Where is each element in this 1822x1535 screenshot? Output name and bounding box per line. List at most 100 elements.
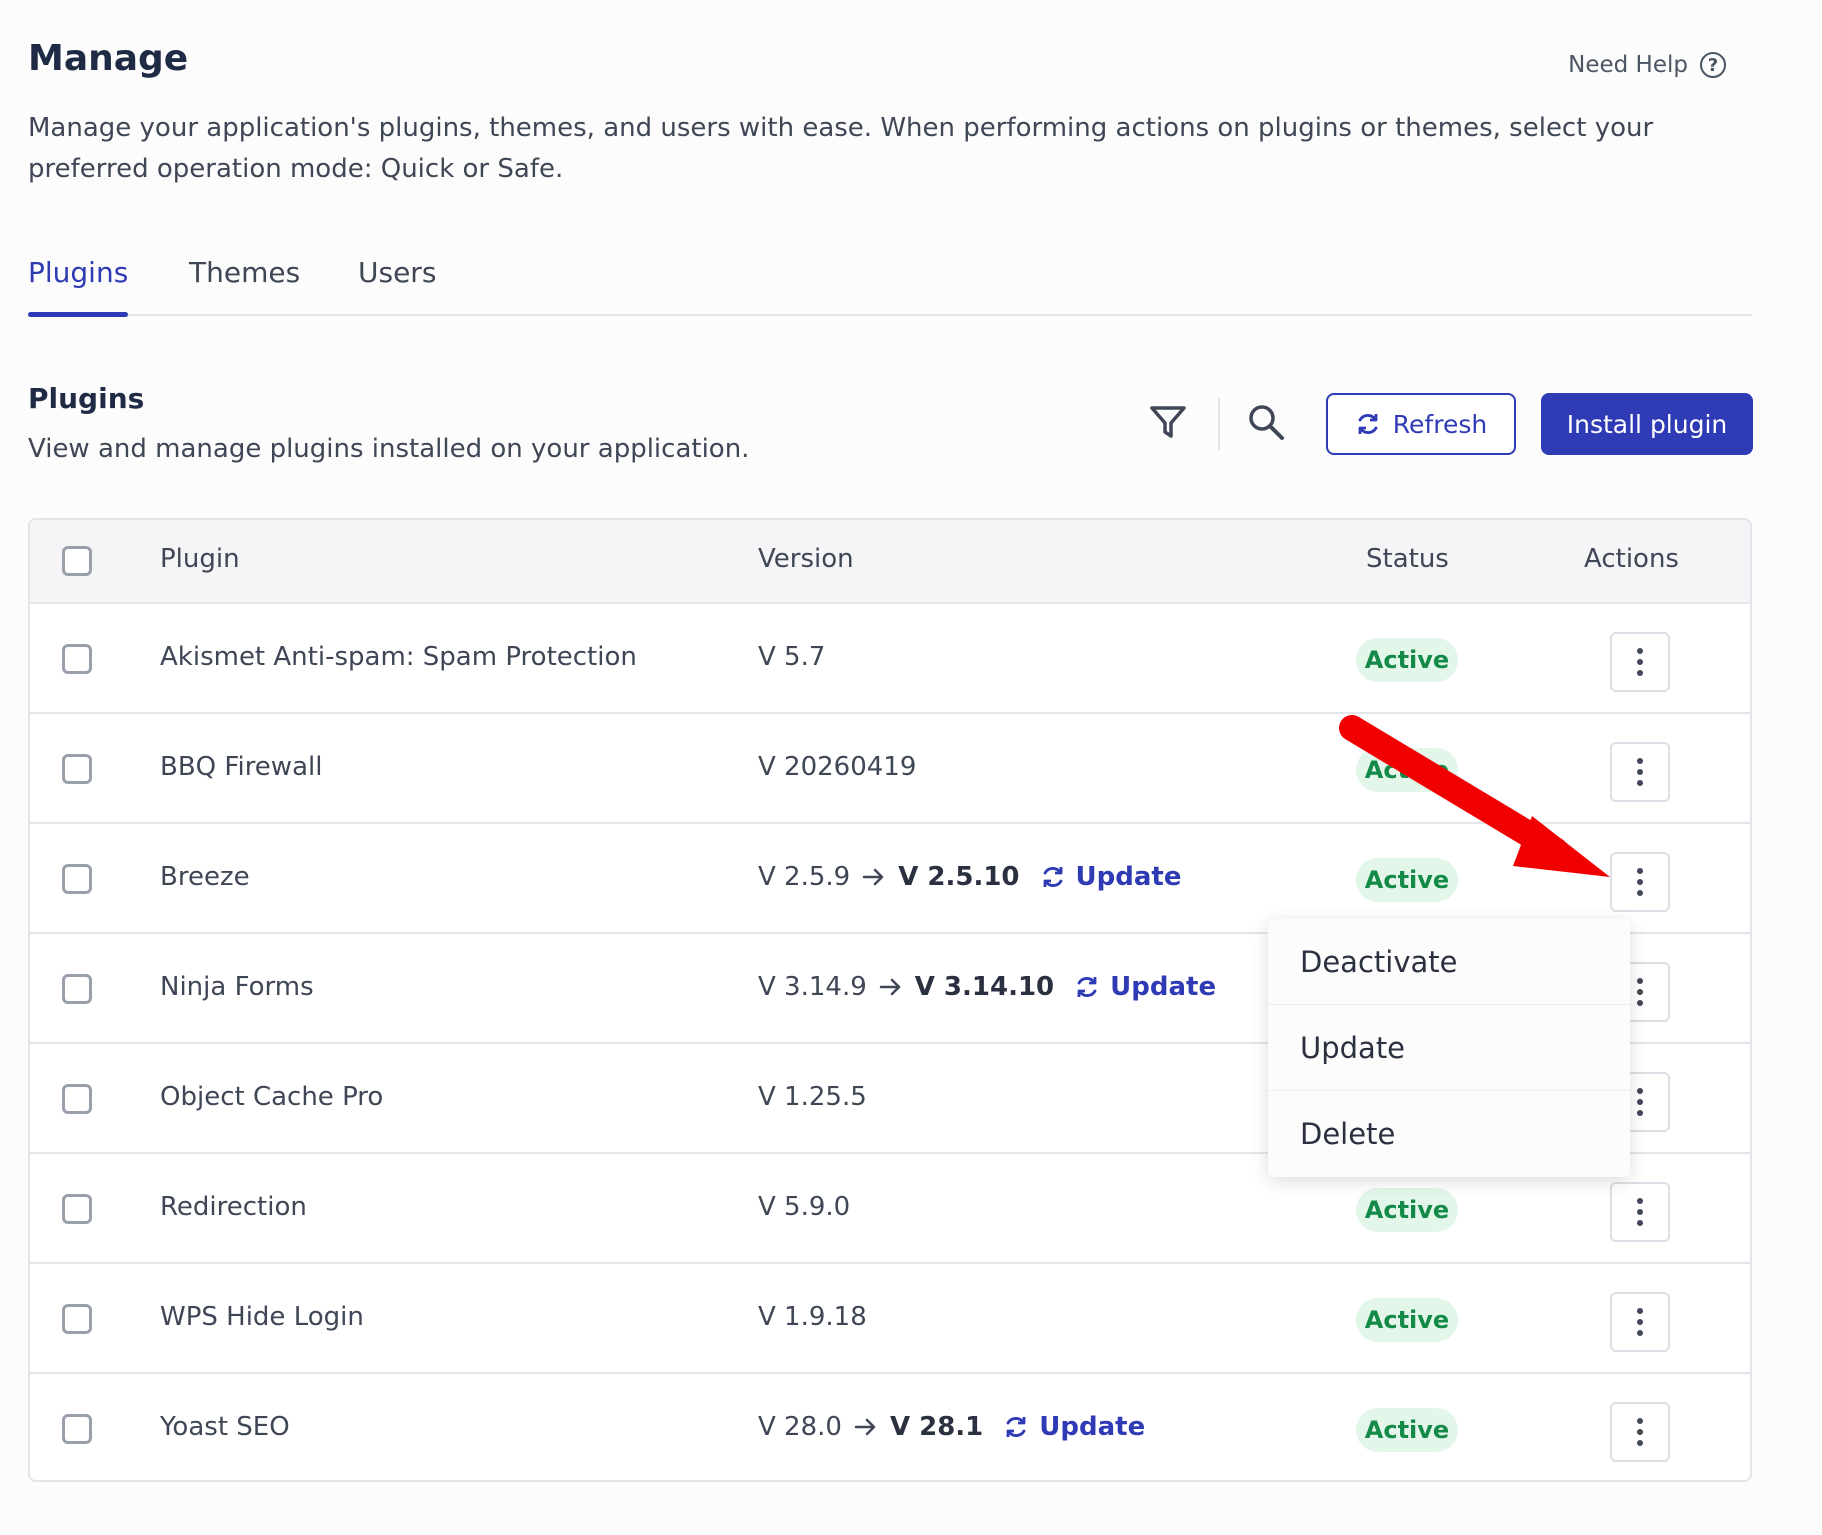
manage-page: Manage Need Help ? Manage your applicati… bbox=[0, 0, 1822, 1535]
column-header-status: Status bbox=[1366, 544, 1449, 574]
refresh-button[interactable]: Refresh bbox=[1326, 393, 1516, 455]
menu-item-delete[interactable]: Delete bbox=[1268, 1091, 1630, 1177]
filter-icon[interactable] bbox=[1148, 402, 1188, 442]
row-actions-button[interactable] bbox=[1610, 1402, 1670, 1462]
table-header: Plugin Version Status Actions bbox=[30, 520, 1750, 604]
update-link-label: Update bbox=[1039, 1412, 1146, 1442]
plugin-name: Ninja Forms bbox=[160, 972, 314, 1002]
page-title: Manage bbox=[28, 38, 189, 79]
select-all-checkbox[interactable] bbox=[62, 546, 92, 576]
section-title: Plugins bbox=[28, 382, 145, 415]
plugin-name: Object Cache Pro bbox=[160, 1082, 384, 1112]
plugin-version: V 5.9.0 bbox=[758, 1192, 850, 1222]
row-checkbox[interactable] bbox=[62, 1194, 92, 1224]
status-badge: Active bbox=[1356, 1298, 1458, 1342]
plugin-version: V 5.7 bbox=[758, 642, 825, 672]
more-vertical-icon bbox=[1637, 758, 1643, 786]
status-badge: Active bbox=[1356, 638, 1458, 682]
active-tab-indicator bbox=[28, 312, 128, 317]
plugin-version: V 28.0 V 28.1 Update bbox=[758, 1412, 1145, 1442]
page-description: Manage your application's plugins, theme… bbox=[28, 113, 1654, 184]
row-actions-button[interactable] bbox=[1610, 742, 1670, 802]
plugin-name: WPS Hide Login bbox=[160, 1302, 364, 1332]
row-checkbox[interactable] bbox=[62, 644, 92, 674]
current-version: V 1.9.18 bbox=[758, 1302, 867, 1332]
sync-icon bbox=[1043, 867, 1062, 887]
update-link[interactable]: Update bbox=[1040, 862, 1182, 892]
menu-item-label: Deactivate bbox=[1300, 944, 1458, 979]
current-version: V 2.5.9 bbox=[758, 862, 851, 892]
table-row: Akismet Anti-spam: Spam Protection V 5.7 A… bbox=[30, 604, 1750, 714]
row-actions-button[interactable] bbox=[1610, 1292, 1670, 1352]
row-actions-button[interactable] bbox=[1610, 1182, 1670, 1242]
need-help-label: Need Help bbox=[1568, 52, 1688, 78]
plugin-version: V 20260419 bbox=[758, 752, 916, 782]
column-header-version: Version bbox=[758, 544, 854, 574]
tab-plugins[interactable]: Plugins bbox=[28, 256, 128, 289]
tab-themes[interactable]: Themes bbox=[189, 256, 300, 289]
plugin-version: V 1.9.18 bbox=[758, 1302, 867, 1332]
toolbar-divider bbox=[1218, 398, 1220, 450]
plugin-version: V 3.14.9 V 3.14.10 Update bbox=[758, 972, 1216, 1002]
tab-label: Plugins bbox=[28, 256, 129, 289]
current-version: V 28.0 bbox=[758, 1412, 842, 1442]
more-vertical-icon bbox=[1637, 1308, 1643, 1336]
tab-bar: Plugins Themes Users bbox=[28, 252, 1752, 317]
status-badge: Active bbox=[1356, 1408, 1458, 1452]
row-actions-button[interactable] bbox=[1610, 632, 1670, 692]
more-vertical-icon bbox=[1637, 1418, 1643, 1446]
need-help-link[interactable]: Need Help ? bbox=[1568, 52, 1726, 78]
install-plugin-button[interactable]: Install plugin bbox=[1541, 393, 1753, 455]
tab-label: Themes bbox=[189, 256, 301, 289]
update-link-label: Update bbox=[1110, 972, 1217, 1002]
plugin-name: Redirection bbox=[160, 1192, 307, 1222]
plugin-name: Yoast SEO bbox=[160, 1412, 290, 1442]
sync-icon bbox=[1006, 1417, 1026, 1437]
install-plugin-label: Install plugin bbox=[1566, 409, 1728, 439]
current-version: V 1.25.5 bbox=[758, 1082, 867, 1112]
current-version: V 5.7 bbox=[758, 642, 826, 672]
column-header-plugin: Plugin bbox=[160, 544, 240, 574]
plugin-name: BBQ Firewall bbox=[160, 752, 323, 782]
help-circle-icon: ? bbox=[1700, 52, 1726, 78]
update-link[interactable]: Update bbox=[1003, 1412, 1145, 1442]
menu-item-label: Delete bbox=[1300, 1117, 1396, 1151]
plugin-actions-menu: Deactivate Update Delete bbox=[1268, 919, 1630, 1177]
current-version: V 20260419 bbox=[758, 752, 917, 782]
section-description: View and manage plugins installed on you… bbox=[28, 434, 750, 464]
update-link-label: Update bbox=[1075, 862, 1182, 892]
refresh-label: Refresh bbox=[1392, 409, 1488, 439]
row-checkbox[interactable] bbox=[62, 974, 92, 1004]
row-checkbox[interactable] bbox=[62, 864, 92, 894]
new-version: V 2.5.10 bbox=[898, 862, 1020, 892]
arrow-right-icon bbox=[854, 1418, 876, 1436]
tab-users[interactable]: Users bbox=[358, 256, 436, 289]
new-version: V 28.1 bbox=[889, 1412, 984, 1442]
more-vertical-icon bbox=[1637, 648, 1643, 676]
search-icon[interactable] bbox=[1246, 402, 1286, 442]
more-vertical-icon bbox=[1637, 868, 1643, 896]
column-header-actions: Actions bbox=[1584, 544, 1679, 574]
status-badge: Active bbox=[1356, 1188, 1458, 1232]
more-vertical-icon bbox=[1637, 978, 1643, 1006]
current-version: V 3.14.9 bbox=[758, 972, 867, 1002]
arrow-right-icon bbox=[862, 868, 884, 886]
table-row: Breeze V 2.5.9 V 2.5.10 Update Active bbox=[30, 824, 1750, 934]
table-row: Yoast SEO V 28.0 V 28.1 Update Active bbox=[30, 1374, 1750, 1480]
row-actions-button[interactable] bbox=[1610, 852, 1670, 912]
current-version: V 5.9.0 bbox=[758, 1192, 851, 1222]
row-checkbox[interactable] bbox=[62, 754, 92, 784]
new-version: V 3.14.10 bbox=[914, 972, 1055, 1002]
table-row: WPS Hide Login V 1.9.18 Active bbox=[30, 1264, 1750, 1374]
update-link[interactable]: Update bbox=[1074, 972, 1216, 1002]
menu-item-update[interactable]: Update bbox=[1268, 1005, 1630, 1091]
more-vertical-icon bbox=[1637, 1198, 1643, 1226]
table-row: BBQ Firewall V 20260419 Active bbox=[30, 714, 1750, 824]
row-checkbox[interactable] bbox=[62, 1304, 92, 1334]
row-checkbox[interactable] bbox=[62, 1414, 92, 1444]
menu-item-deactivate[interactable]: Deactivate bbox=[1268, 919, 1630, 1005]
plugin-version: V 2.5.9 V 2.5.10 Update bbox=[758, 862, 1181, 892]
tab-label: Users bbox=[358, 256, 437, 289]
row-checkbox[interactable] bbox=[62, 1084, 92, 1114]
more-vertical-icon bbox=[1637, 1088, 1643, 1116]
